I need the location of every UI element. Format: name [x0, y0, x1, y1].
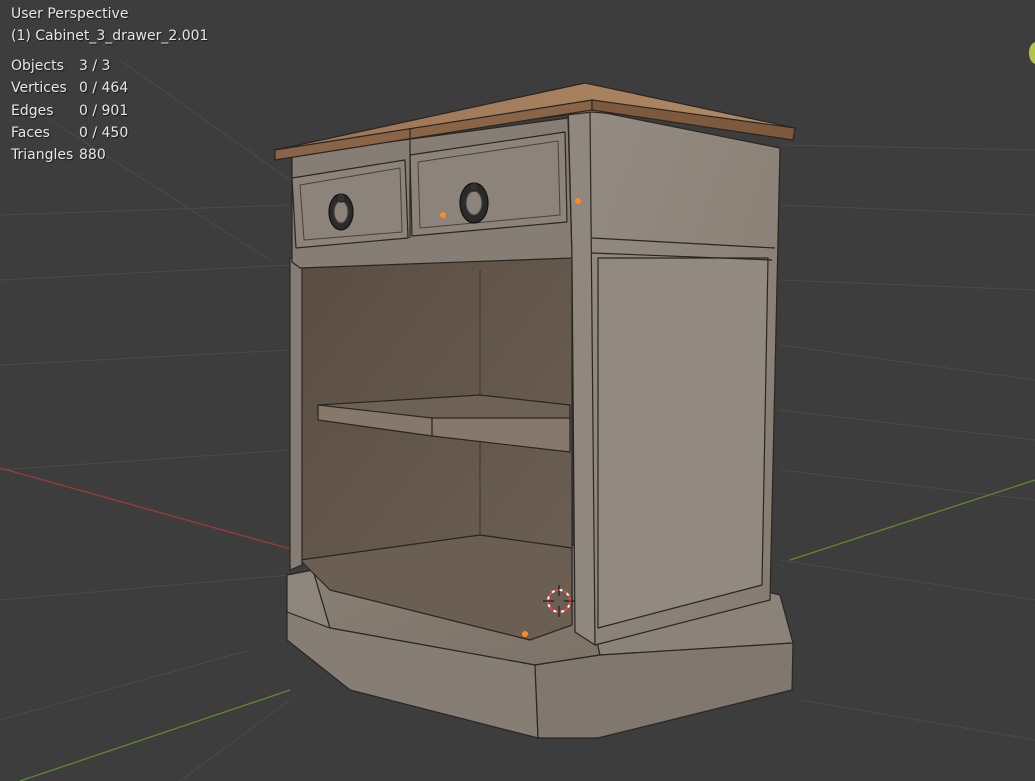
- drawer-handle-right[interactable]: [459, 182, 489, 224]
- object-origin-icon[interactable]: [440, 212, 446, 218]
- drawer-handle-left[interactable]: [328, 193, 354, 231]
- 3d-viewport[interactable]: [0, 0, 1035, 781]
- cabinet-model[interactable]: [274, 82, 796, 739]
- y-axis-line-left: [19, 689, 291, 781]
- y-axis-line-right: [789, 479, 1035, 561]
- object-origin-icon[interactable]: [575, 198, 581, 204]
- object-origin-icon[interactable]: [522, 631, 528, 637]
- x-axis-line: [0, 467, 331, 561]
- side-inset: [597, 257, 769, 629]
- left-post: [289, 257, 303, 571]
